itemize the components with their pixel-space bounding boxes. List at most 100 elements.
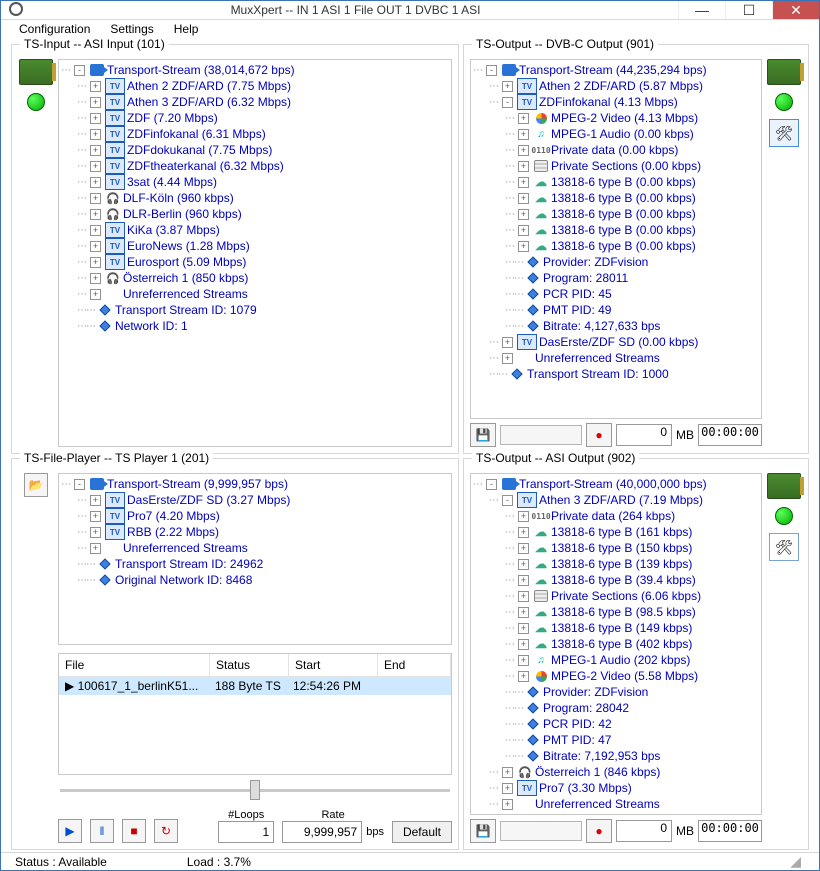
tree-row[interactable]: ⋯+TVRBB (2.22 Mbps) (61, 524, 451, 540)
tree-toggle[interactable]: - (486, 479, 497, 490)
tree-toggle[interactable]: + (518, 671, 529, 682)
tree-row[interactable]: ⋯+Private data (264 kbps) (473, 508, 761, 524)
tree-row[interactable]: ⋯⋯Original Network ID: 8468 (61, 572, 451, 588)
tree-toggle[interactable]: + (90, 161, 101, 172)
rate-input[interactable] (282, 821, 362, 843)
tree-row[interactable]: ⋯⋯Transport Stream ID: 1000 (473, 366, 761, 382)
tree-row[interactable]: ⋯+DLF-Köln (960 kbps) (61, 190, 451, 206)
tree-row[interactable]: ⋯-TVZDFinfokanal (4.13 Mbps) (473, 94, 761, 110)
output2-save-button[interactable]: 💾 (470, 819, 496, 843)
tree-row[interactable]: ⋯+MPEG-1 Audio (202 kbps) (473, 652, 761, 668)
tree-toggle[interactable]: + (90, 81, 101, 92)
tree-toggle[interactable]: + (518, 241, 529, 252)
tree-row[interactable]: ⋯⋯Provider: ZDFvision (473, 254, 761, 270)
tree-toggle[interactable]: + (90, 209, 101, 220)
tree-toggle[interactable]: + (518, 655, 529, 666)
player-pause-button[interactable]: ‖ (90, 819, 114, 843)
output2-mb-field[interactable]: 0 (616, 820, 672, 842)
tree-toggle[interactable]: - (486, 65, 497, 76)
tree-toggle[interactable]: + (90, 511, 101, 522)
tree-row[interactable]: ⋯+TVZDFdokukanal (7.75 Mbps) (61, 142, 451, 158)
tree-row[interactable]: ⋯+Unreferrenced Streams (61, 286, 451, 302)
tree-row[interactable]: ⋯+TVDasErste/ZDF SD (0.00 kbps) (473, 334, 761, 350)
tree-row[interactable]: ⋯⋯PMT PID: 47 (473, 732, 761, 748)
maximize-button[interactable]: ☐ (725, 1, 772, 19)
loops-input[interactable] (218, 821, 274, 843)
file-col-file[interactable]: File (59, 654, 210, 676)
tree-row[interactable]: ⋯⋯Transport Stream ID: 1079 (61, 302, 451, 318)
tree-toggle[interactable]: + (90, 193, 101, 204)
tree-toggle[interactable]: + (502, 353, 513, 364)
tree-row[interactable]: ⋯⋯Bitrate: 7,192,953 bps (473, 748, 761, 764)
tree-toggle[interactable]: + (90, 273, 101, 284)
output1-tree-wrap[interactable]: ⋯-Transport-Stream (44,235,294 bps)⋯+TVA… (470, 59, 762, 419)
output2-tree-wrap[interactable]: ⋯-Transport-Stream (40,000,000 bps)⋯-TVA… (470, 473, 762, 815)
tree-toggle[interactable]: + (90, 543, 101, 554)
tree-row[interactable]: ⋯⋯PCR PID: 45 (473, 286, 761, 302)
tree-row[interactable]: ⋯+TVZDFtheaterkanal (6.32 Mbps) (61, 158, 451, 174)
tree-toggle[interactable]: + (90, 113, 101, 124)
tree-row[interactable]: ⋯+DLR-Berlin (960 kbps) (61, 206, 451, 222)
tree-toggle[interactable]: + (518, 543, 529, 554)
tree-row[interactable]: ⋯⋯Transport Stream ID: 24962 (61, 556, 451, 572)
tree-row[interactable]: ⋯+Unreferrenced Streams (473, 350, 761, 366)
input-tree-wrap[interactable]: ⋯-Transport-Stream (38,014,672 bps)⋯+TVA… (58, 59, 452, 447)
tree-toggle[interactable]: + (502, 799, 513, 810)
output1-config-button[interactable]: 🛠 (769, 119, 799, 147)
close-button[interactable]: ✕ (772, 1, 819, 19)
tree-toggle[interactable]: + (502, 767, 513, 778)
tree-toggle[interactable]: + (518, 527, 529, 538)
tree-toggle[interactable]: + (90, 495, 101, 506)
tree-toggle[interactable]: + (502, 783, 513, 794)
tree-toggle[interactable]: + (518, 575, 529, 586)
output1-save-button[interactable]: 💾 (470, 423, 496, 447)
tree-toggle[interactable]: + (518, 225, 529, 236)
tree-row[interactable]: ⋯+MPEG-2 Video (5.58 Mbps) (473, 668, 761, 684)
tree-row[interactable]: ⋯+Private data (0.00 kbps) (473, 142, 761, 158)
tree-row[interactable]: ⋯+MPEG-2 Video (4.13 Mbps) (473, 110, 761, 126)
tree-row[interactable]: ⋯⋯Bitrate: 4,127,633 bps (473, 318, 761, 334)
tree-toggle[interactable]: + (518, 591, 529, 602)
tree-toggle[interactable]: + (90, 225, 101, 236)
file-col-end[interactable]: End (378, 654, 451, 676)
tree-row[interactable]: ⋯⋯Provider: ZDFvision (473, 684, 761, 700)
tree-row[interactable]: ⋯+TVDasErste/ZDF SD (3.27 Mbps) (61, 492, 451, 508)
tree-row[interactable]: ⋯+13818-6 type B (0.00 kbps) (473, 190, 761, 206)
tree-row[interactable]: ⋯+TVAthen 2 ZDF/ARD (7.75 Mbps) (61, 78, 451, 94)
tree-row[interactable]: ⋯+Private Sections (0.00 kbps) (473, 158, 761, 174)
file-row[interactable]: ▶ 100617_1_berlinK51...188 Byte TS12:54:… (59, 677, 451, 695)
tree-row[interactable]: ⋯+Österreich 1 (846 kbps) (473, 764, 761, 780)
tree-row[interactable]: ⋯+TVKiKa (3.87 Mbps) (61, 222, 451, 238)
tree-row[interactable]: ⋯+13818-6 type B (139 kbps) (473, 556, 761, 572)
tree-row[interactable]: ⋯+TVEuroNews (1.28 Mbps) (61, 238, 451, 254)
tree-toggle[interactable]: - (502, 495, 513, 506)
tree-row[interactable]: ⋯+13818-6 type B (0.00 kbps) (473, 238, 761, 254)
player-open-button[interactable]: 📂 (24, 473, 48, 497)
tree-toggle[interactable]: + (518, 113, 529, 124)
tree-row[interactable]: ⋯-Transport-Stream (9,999,957 bps) (61, 476, 451, 492)
output1-mb-field[interactable]: 0 (616, 424, 672, 446)
tree-row[interactable]: ⋯⋯Network ID: 1 (61, 318, 451, 334)
tree-row[interactable]: ⋯+TVZDF (7.20 Mbps) (61, 110, 451, 126)
player-position-slider[interactable] (60, 789, 450, 792)
tree-toggle[interactable]: + (518, 607, 529, 618)
tree-row[interactable]: ⋯+TVAthen 2 ZDF/ARD (5.87 Mbps) (473, 78, 761, 94)
tree-toggle[interactable]: + (518, 511, 529, 522)
player-stop-button[interactable]: ■ (122, 819, 146, 843)
tree-row[interactable]: ⋯+TVZDFinfokanal (6.31 Mbps) (61, 126, 451, 142)
menu-configuration[interactable]: Configuration (11, 20, 98, 38)
tree-row[interactable]: ⋯+13818-6 type B (149 kbps) (473, 620, 761, 636)
tree-row[interactable]: ⋯+Unreferrenced Streams (473, 796, 761, 812)
tree-row[interactable]: ⋯+13818-6 type B (39.4 kbps) (473, 572, 761, 588)
tree-row[interactable]: ⋯+13818-6 type B (0.00 kbps) (473, 222, 761, 238)
tree-row[interactable]: ⋯-Transport-Stream (38,014,672 bps) (61, 62, 451, 78)
tree-row[interactable]: ⋯+13818-6 type B (161 kbps) (473, 524, 761, 540)
file-col-status[interactable]: Status (210, 654, 289, 676)
tree-row[interactable]: ⋯+13818-6 type B (150 kbps) (473, 540, 761, 556)
minimize-button[interactable]: — (678, 1, 725, 19)
tree-toggle[interactable]: + (518, 209, 529, 220)
tree-row[interactable]: ⋯-TVAthen 3 ZDF/ARD (7.19 Mbps) (473, 492, 761, 508)
rate-default-button[interactable]: Default (392, 821, 452, 843)
file-table-body[interactable]: ▶ 100617_1_berlinK51...188 Byte TS12:54:… (59, 677, 451, 774)
tree-row[interactable]: ⋯+13818-6 type B (98.5 kbps) (473, 604, 761, 620)
